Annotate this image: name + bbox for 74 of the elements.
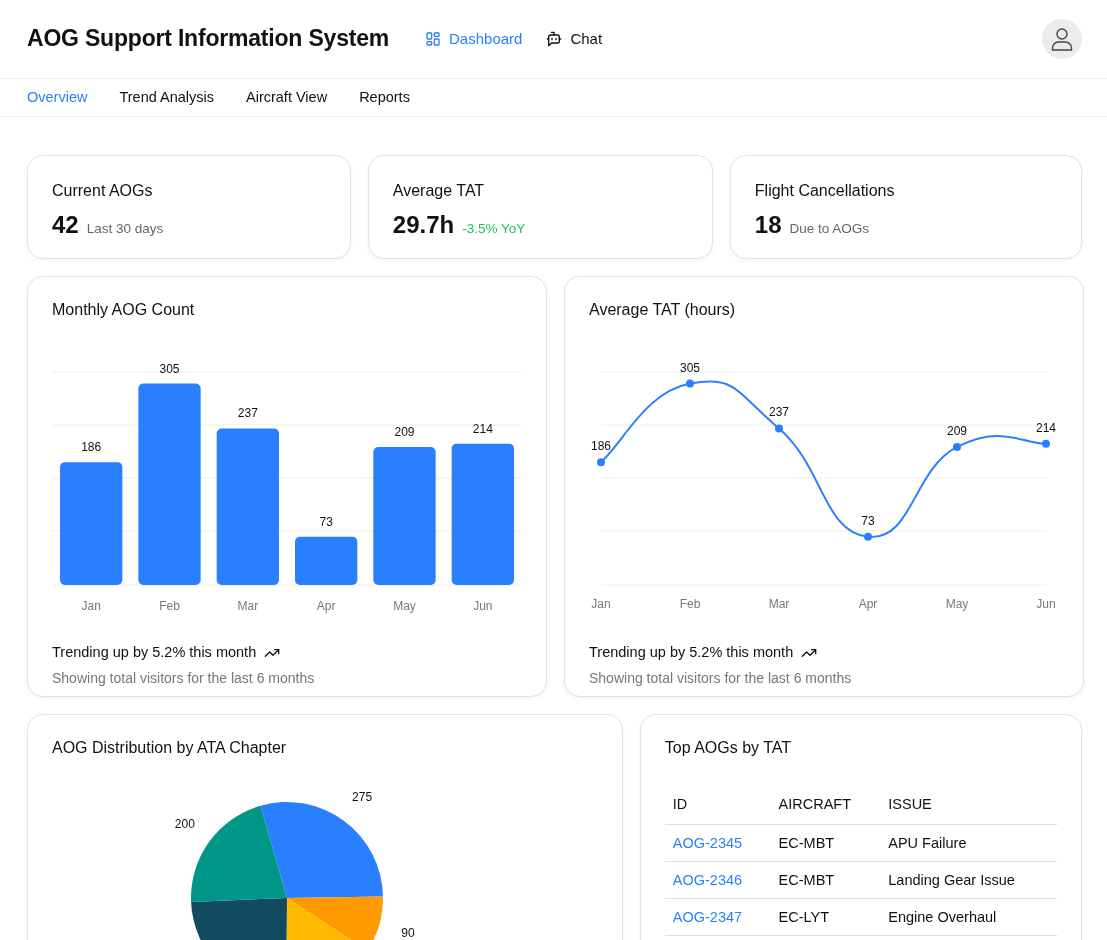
tab[interactable]: Trend Analysis	[119, 86, 214, 109]
axis-label: May	[393, 599, 416, 613]
data-point	[864, 532, 872, 541]
bar	[295, 536, 358, 585]
user-avatar-button[interactable]	[1042, 19, 1082, 59]
data-label: 200	[174, 817, 195, 832]
data-label: 275	[352, 789, 373, 804]
stat-title: Current AOGs	[52, 181, 154, 201]
table-title: Top AOGs by TAT	[664, 738, 793, 758]
data-point	[686, 379, 694, 388]
tab[interactable]: Reports	[359, 86, 410, 109]
nav-link[interactable]: Chat	[534, 27, 615, 51]
chart-caption: Showing total visitors for the last 6 months	[52, 668, 316, 688]
stat-value: 29.7h	[392, 210, 455, 240]
chart-caption: Showing total visitors for the last 6 months	[589, 668, 853, 688]
axis-label: Mar	[237, 599, 259, 613]
trend-text: Trending up by 5.2% this month	[52, 643, 257, 662]
aog-id-link[interactable]: AOG-2347	[672, 909, 743, 925]
axis-label: Mar	[768, 597, 790, 611]
column-header: AIRCRAFT	[770, 794, 881, 825]
stat-note: Last 30 days	[86, 220, 164, 238]
tab[interactable]: Overview	[27, 86, 88, 109]
table-cell: EC-MBT	[770, 861, 881, 899]
trend-text: Trending up by 5.2% this month	[589, 643, 794, 662]
data-label: 237	[769, 405, 789, 420]
data-label: 209	[947, 423, 967, 438]
data-label: 73	[319, 514, 333, 529]
axis-label: Jan	[81, 599, 101, 613]
data-label: 73	[861, 513, 875, 528]
table-cell: EC-MBT	[770, 824, 881, 862]
stat-note: Due to AOGs	[789, 220, 870, 238]
chart-title: Monthly AOG Count	[52, 300, 196, 320]
column-header: ISSUE	[880, 794, 1057, 825]
axis-label: Jun	[473, 599, 493, 613]
data-point	[775, 424, 783, 433]
axis-label: Jan	[591, 597, 611, 611]
table-cell: EC-LYT	[770, 898, 881, 936]
chart-title: AOG Distribution by ATA Chapter	[52, 738, 288, 758]
bot-icon	[546, 31, 563, 47]
table-cell: APU Failure	[880, 824, 1057, 862]
stat-value: 18	[754, 210, 782, 240]
user-icon	[1051, 27, 1073, 51]
data-label: 214	[472, 421, 493, 436]
data-label: 214	[1036, 420, 1056, 435]
aog-id-link[interactable]: AOG-2346	[672, 872, 743, 888]
axis-label: Feb	[679, 597, 701, 611]
aog-id-link[interactable]: AOG-2345	[672, 835, 743, 851]
tab[interactable]: Aircraft View	[246, 86, 328, 109]
axis-label: Feb	[159, 599, 180, 613]
stat-title: Flight Cancellations	[754, 181, 896, 201]
data-label: 90	[401, 926, 415, 940]
nav-link[interactable]: Dashboard	[413, 27, 535, 51]
chart-title: Average TAT (hours)	[589, 300, 737, 320]
data-label: 186	[591, 439, 611, 454]
table-cell: Engine Overhaul	[880, 898, 1057, 936]
stat-value: 42	[52, 210, 79, 240]
app-title: AOG Support Information System	[27, 25, 390, 53]
stat-note: -3.5% YoY	[462, 220, 526, 238]
stat-title: Average TAT	[392, 181, 486, 201]
axis-label: May	[945, 597, 969, 611]
data-label: 186	[81, 440, 102, 455]
data-label: 305	[159, 361, 180, 376]
table-cell: Landing Gear Issue	[880, 861, 1057, 899]
axis-label: Jun	[1036, 597, 1056, 611]
column-header: ID	[664, 794, 771, 825]
data-point	[953, 442, 961, 451]
grid-icon	[425, 31, 442, 47]
axis-label: Apr	[858, 597, 878, 611]
data-label: 237	[237, 406, 258, 421]
data-label: 305	[680, 360, 700, 375]
data-point	[597, 458, 605, 467]
axis-label: Apr	[316, 599, 336, 613]
data-point	[1042, 439, 1050, 448]
data-label: 209	[394, 424, 415, 439]
